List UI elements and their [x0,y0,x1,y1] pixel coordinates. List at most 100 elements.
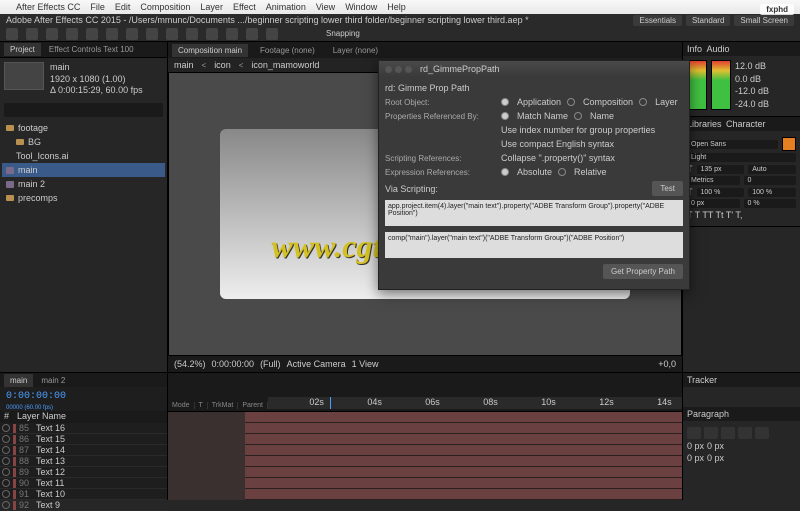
baseline[interactable]: 0 px [687,199,740,208]
layer-bar[interactable] [245,434,682,445]
radio-layer[interactable] [639,98,647,106]
test-button[interactable]: Test [652,181,683,196]
tab-footage[interactable]: Footage (none) [254,44,321,57]
layer-row[interactable]: 91Text 10 [0,489,167,500]
justify-left[interactable] [738,427,752,439]
pen-tool[interactable] [146,28,158,40]
leading[interactable]: Auto [748,165,796,174]
pan-behind-tool[interactable] [106,28,118,40]
mac-menubar[interactable]: After Effects CC File Edit Composition L… [0,0,800,14]
tab-audio[interactable]: Audio [706,44,729,54]
get-property-path-button[interactable]: Get Property Path [603,264,683,279]
workspace-small[interactable]: Small Screen [734,15,794,26]
visibility-toggle[interactable] [2,424,10,432]
workspace-standard[interactable]: Standard [686,15,730,26]
minimize-icon[interactable] [395,66,402,73]
zoom-level[interactable]: (54.2%) [174,359,206,369]
tab-effect-controls[interactable]: Effect Controls Text 100 [43,43,140,56]
layer-row[interactable]: 92Text 9 [0,500,167,511]
time-ruler[interactable]: 02s 04s 06s 08s 10s 12s 14s [268,397,682,409]
visibility-toggle[interactable] [2,501,10,509]
layer-bar[interactable] [245,467,682,478]
layer-bar[interactable] [245,445,682,456]
visibility-toggle[interactable] [2,468,10,476]
check-compact[interactable]: Use compact English syntax [501,139,614,149]
kerning[interactable]: Metrics [687,176,740,185]
tab-libraries[interactable]: Libraries [687,119,722,129]
tab-project[interactable]: Project [4,43,41,56]
eraser-tool[interactable] [226,28,238,40]
align-left[interactable] [687,427,701,439]
viewer-time[interactable]: 0:00:00:00 [212,359,255,369]
shape-tool[interactable] [126,28,138,40]
justify-full[interactable] [755,427,769,439]
project-item[interactable]: Tool_Icons.ai [2,149,165,163]
layer-row[interactable]: 86Text 15 [0,434,167,445]
visibility-toggle[interactable] [2,435,10,443]
tab-tracker[interactable]: Tracker [687,375,717,385]
layer-row[interactable]: 88Text 13 [0,456,167,467]
check-collapse[interactable]: Collapse ".property()" syntax [501,153,615,163]
menu-app[interactable]: After Effects CC [16,2,80,12]
roto-tool[interactable] [246,28,258,40]
project-item[interactable]: main 2 [2,177,165,191]
layer-bar[interactable] [245,489,682,500]
tab-layer[interactable]: Layer (none) [327,44,384,57]
project-search[interactable] [4,103,163,117]
radio-application[interactable] [501,98,509,106]
scripting-output[interactable]: app.project.item(4).layer("main text").p… [385,200,683,226]
indent-right[interactable]: 0 px [707,441,724,451]
menu-composition[interactable]: Composition [140,2,190,12]
timeline-tab[interactable]: main 2 [35,374,71,387]
camera-tool[interactable] [86,28,98,40]
radio-match-name[interactable] [501,112,509,120]
menu-animation[interactable]: Animation [266,2,306,12]
puppet-tool[interactable] [266,28,278,40]
visibility-toggle[interactable] [2,479,10,487]
check-index[interactable]: Use index number for group properties [501,125,655,135]
selection-tool[interactable] [6,28,18,40]
layer-row[interactable]: 89Text 12 [0,467,167,478]
layer-row[interactable]: 85Text 16 [0,423,167,434]
radio-absolute[interactable] [501,168,509,176]
rotate-tool[interactable] [66,28,78,40]
hand-tool[interactable] [26,28,38,40]
fill-color[interactable] [782,137,796,151]
radio-composition[interactable] [567,98,575,106]
clone-tool[interactable] [206,28,218,40]
view-count[interactable]: 1 View [352,359,379,369]
project-item[interactable]: main [2,163,165,177]
menu-effect[interactable]: Effect [233,2,256,12]
menu-view[interactable]: View [316,2,335,12]
brush-tool[interactable] [186,28,198,40]
menu-window[interactable]: Window [345,2,377,12]
radio-relative[interactable] [558,168,566,176]
snapping-label[interactable]: Snapping [326,29,360,38]
menu-file[interactable]: File [90,2,105,12]
zoom-icon[interactable] [405,66,412,73]
indent-left[interactable]: 0 px [687,441,704,451]
visibility-toggle[interactable] [2,446,10,454]
tab-info[interactable]: Info [687,44,702,54]
font-family[interactable]: Open Sans [687,140,778,149]
layer-list[interactable]: 85Text 16 86Text 15 87Text 14 88Text 13 … [0,423,167,511]
resolution[interactable]: (Full) [260,359,281,369]
camera-select[interactable]: Active Camera [287,359,346,369]
tab-paragraph[interactable]: Paragraph [687,409,729,419]
font-size[interactable]: 135 px [697,165,745,174]
workspace-essentials[interactable]: Essentials [633,15,681,26]
layer-row[interactable]: 90Text 11 [0,478,167,489]
menu-layer[interactable]: Layer [200,2,223,12]
visibility-toggle[interactable] [2,457,10,465]
layer-bar[interactable] [245,478,682,489]
tracking[interactable]: 0 [744,176,797,185]
layer-row[interactable]: 87Text 14 [0,445,167,456]
text-tool[interactable] [166,28,178,40]
align-right[interactable] [721,427,735,439]
playhead[interactable] [330,397,331,409]
expression-output[interactable]: comp("main").layer("main text")("ADBE Tr… [385,232,683,258]
menu-help[interactable]: Help [387,2,406,12]
timeline-tracks[interactable]: Mode T TrkMat Parent 02s 04s 06s 08s 10s… [168,373,682,500]
project-item[interactable]: footage [2,121,165,135]
v-scale[interactable]: 100 % [697,188,745,197]
